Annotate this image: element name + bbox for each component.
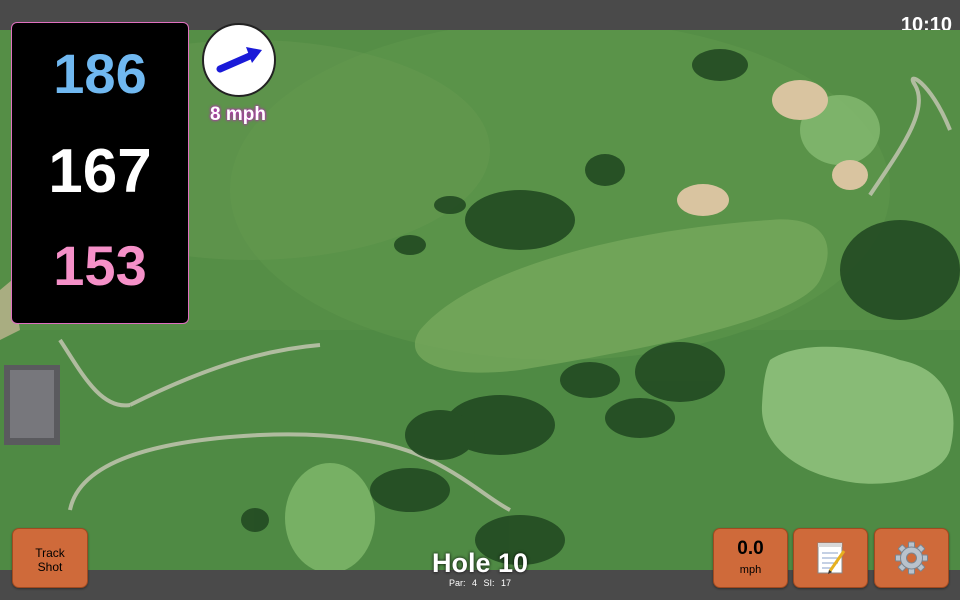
notepad-icon <box>817 542 846 574</box>
hole-info: Par: 4 SI: 17 <box>380 578 580 588</box>
wind-indicator <box>202 23 276 97</box>
back-distance: 186 <box>53 42 147 105</box>
notes-button[interactable] <box>793 528 868 588</box>
middle-distance: 167 <box>48 137 152 206</box>
stroke-index-label: SI: 17 <box>483 578 512 588</box>
track-shot-button[interactable]: Track Shot <box>12 528 88 588</box>
front-distance: 153 <box>53 234 147 297</box>
track-shot-label-line2: Shot <box>37 560 63 574</box>
yardage-panel: 186 167 153 <box>11 22 189 324</box>
arrow-icon <box>216 47 262 73</box>
par-label: Par: 4 <box>448 578 477 588</box>
wind-speed-label: 8 mph <box>210 104 266 125</box>
speed-value: 0.0 <box>737 538 764 559</box>
speed-button[interactable]: 0.0 mph <box>713 528 788 588</box>
settings-button[interactable] <box>874 528 949 588</box>
hole-title: Hole 10 <box>431 548 529 578</box>
speed-unit: mph <box>739 564 762 576</box>
track-shot-label-line1: Track <box>35 546 65 560</box>
gear-icon <box>895 541 928 575</box>
